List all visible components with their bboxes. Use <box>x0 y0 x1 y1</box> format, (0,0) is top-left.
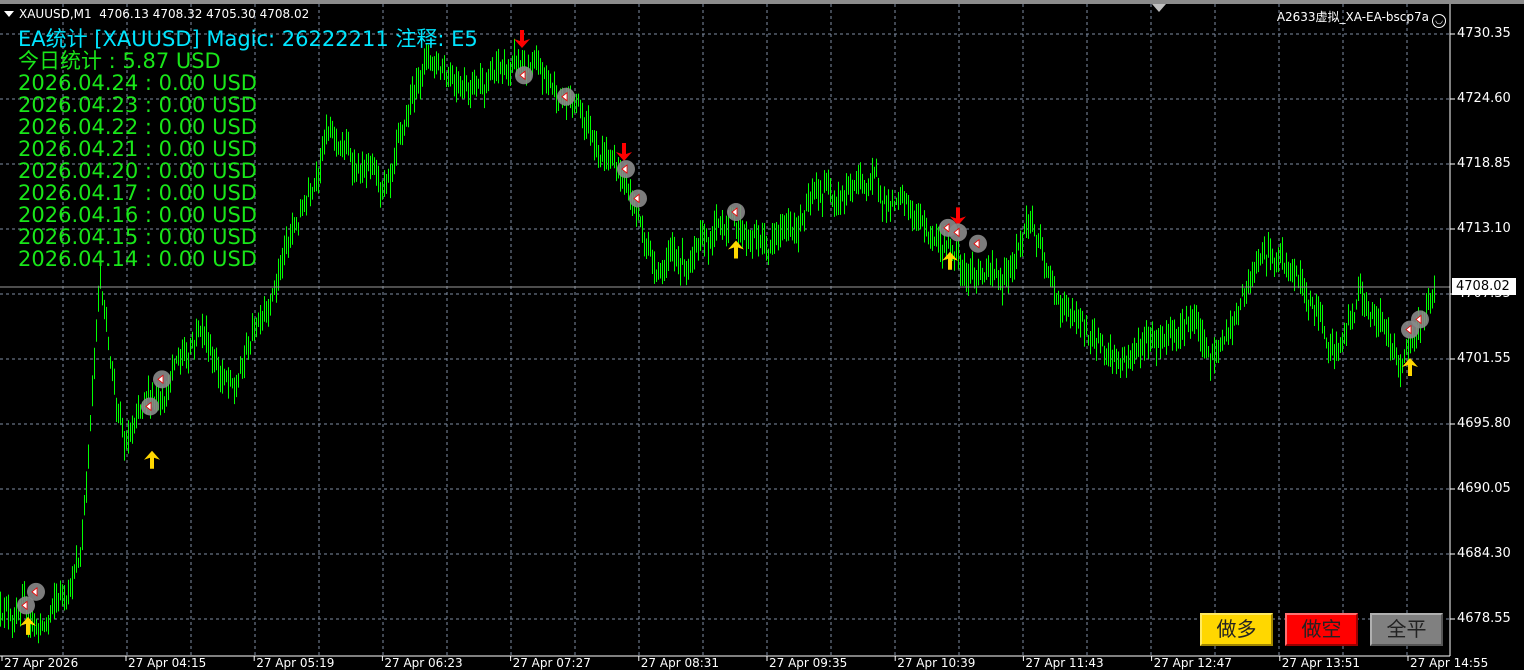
close-all-button[interactable]: 全平 <box>1370 613 1443 646</box>
time-tick-label: 27 Apr 04:15 <box>128 656 207 670</box>
price-tick-label: 4695.80 <box>1457 416 1511 431</box>
deal-marker <box>969 234 987 253</box>
stats-today: 今日统计 : 5.87 USD <box>18 49 221 73</box>
price-tick-label: 4678.55 <box>1457 611 1511 626</box>
stats-day: 2026.04.24 : 0.00 USD <box>18 71 257 95</box>
sell-arrow-icon <box>514 29 530 48</box>
ea-stats-panel: EA统计 [XAUUSD] Magic: 26222211 注释: E5 今日统… <box>18 28 478 270</box>
ohlc-values: 4706.13 4708.32 4705.30 4708.02 <box>99 7 310 21</box>
time-tick-label: 27 Apr 13:51 <box>1281 656 1361 670</box>
buy-arrow-icon <box>728 240 744 259</box>
price-tick-label: 4690.05 <box>1457 481 1511 496</box>
deal-marker <box>27 582 45 601</box>
time-tick-label: 27 Apr 09:35 <box>769 656 848 670</box>
stats-day: 2026.04.16 : 0.00 USD <box>18 203 257 227</box>
symbol-label: XAUUSD,M1 <box>19 7 92 21</box>
deal-marker <box>629 189 647 208</box>
stats-day: 2026.04.17 : 0.00 USD <box>18 181 257 205</box>
stats-title: EA统计 [XAUUSD] Magic: 26222211 注释: E5 <box>18 27 478 51</box>
price-tick-label: 4713.10 <box>1457 221 1511 236</box>
deal-marker <box>141 397 159 416</box>
time-tick-label: 27 Apr 11:43 <box>1025 656 1104 670</box>
price-tick-label: 4718.85 <box>1457 156 1511 171</box>
current-price-label: 4708.02 <box>1452 278 1516 295</box>
chart-shift-marker[interactable] <box>1152 4 1166 12</box>
stats-day: 2026.04.22 : 0.00 USD <box>18 115 257 139</box>
time-tick-label: 27 Apr 14:55 <box>1410 656 1489 670</box>
buy-arrow-marker <box>942 251 958 270</box>
price-tick-label: 4730.35 <box>1457 26 1511 41</box>
chart-header: XAUUSD,M1 4706.13 4708.32 4705.30 4708.0… <box>4 7 309 21</box>
buy-arrow-icon <box>144 450 160 469</box>
collapse-triangle-icon[interactable] <box>4 11 14 17</box>
buy-arrow-icon <box>942 251 958 270</box>
stats-day: 2026.04.21 : 0.00 USD <box>18 137 257 161</box>
buy-arrow-marker <box>728 240 744 259</box>
stats-day: 2026.04.15 : 0.00 USD <box>18 225 257 249</box>
sell-button[interactable]: 做空 <box>1285 613 1358 646</box>
deal-marker <box>727 203 745 222</box>
time-tick-label: 27 Apr 10:39 <box>897 656 976 670</box>
deal-marker <box>515 66 533 85</box>
price-tick-label: 4724.60 <box>1457 91 1511 106</box>
time-tick-label: 27 Apr 08:31 <box>640 656 720 670</box>
buy-arrow-marker <box>20 616 36 635</box>
stats-day: 2026.04.23 : 0.00 USD <box>18 93 257 117</box>
price-tick-label: 4684.30 <box>1457 546 1511 561</box>
time-tick-label: 27 Apr 05:19 <box>256 656 335 670</box>
price-tick-label: 4701.55 <box>1457 351 1511 366</box>
stats-day: 2026.04.14 : 0.00 USD <box>18 247 257 271</box>
buy-arrow-icon <box>20 616 36 635</box>
sell-arrow-marker <box>514 29 530 48</box>
time-tick-label: 27 Apr 12:47 <box>1153 656 1232 670</box>
account-label: A2633虚拟_XA-EA-bscp7a ◡ <box>1277 8 1446 28</box>
deal-marker <box>557 87 575 106</box>
buy-arrow-marker <box>144 450 160 469</box>
deal-marker <box>153 370 171 389</box>
time-tick-label: 27 Apr 2026 <box>4 656 79 670</box>
smiley-icon[interactable]: ◡ <box>1432 14 1446 28</box>
time-tick-label: 27 Apr 07:27 <box>512 656 591 670</box>
deal-marker <box>617 160 635 179</box>
deal-marker <box>949 223 967 242</box>
stats-day: 2026.04.20 : 0.00 USD <box>18 159 257 183</box>
time-tick-label: 27 Apr 06:23 <box>384 656 463 670</box>
account-name: A2633虚拟_XA-EA-bscp7a <box>1276 10 1429 24</box>
buy-button[interactable]: 做多 <box>1200 613 1273 646</box>
deal-marker <box>1411 310 1429 329</box>
